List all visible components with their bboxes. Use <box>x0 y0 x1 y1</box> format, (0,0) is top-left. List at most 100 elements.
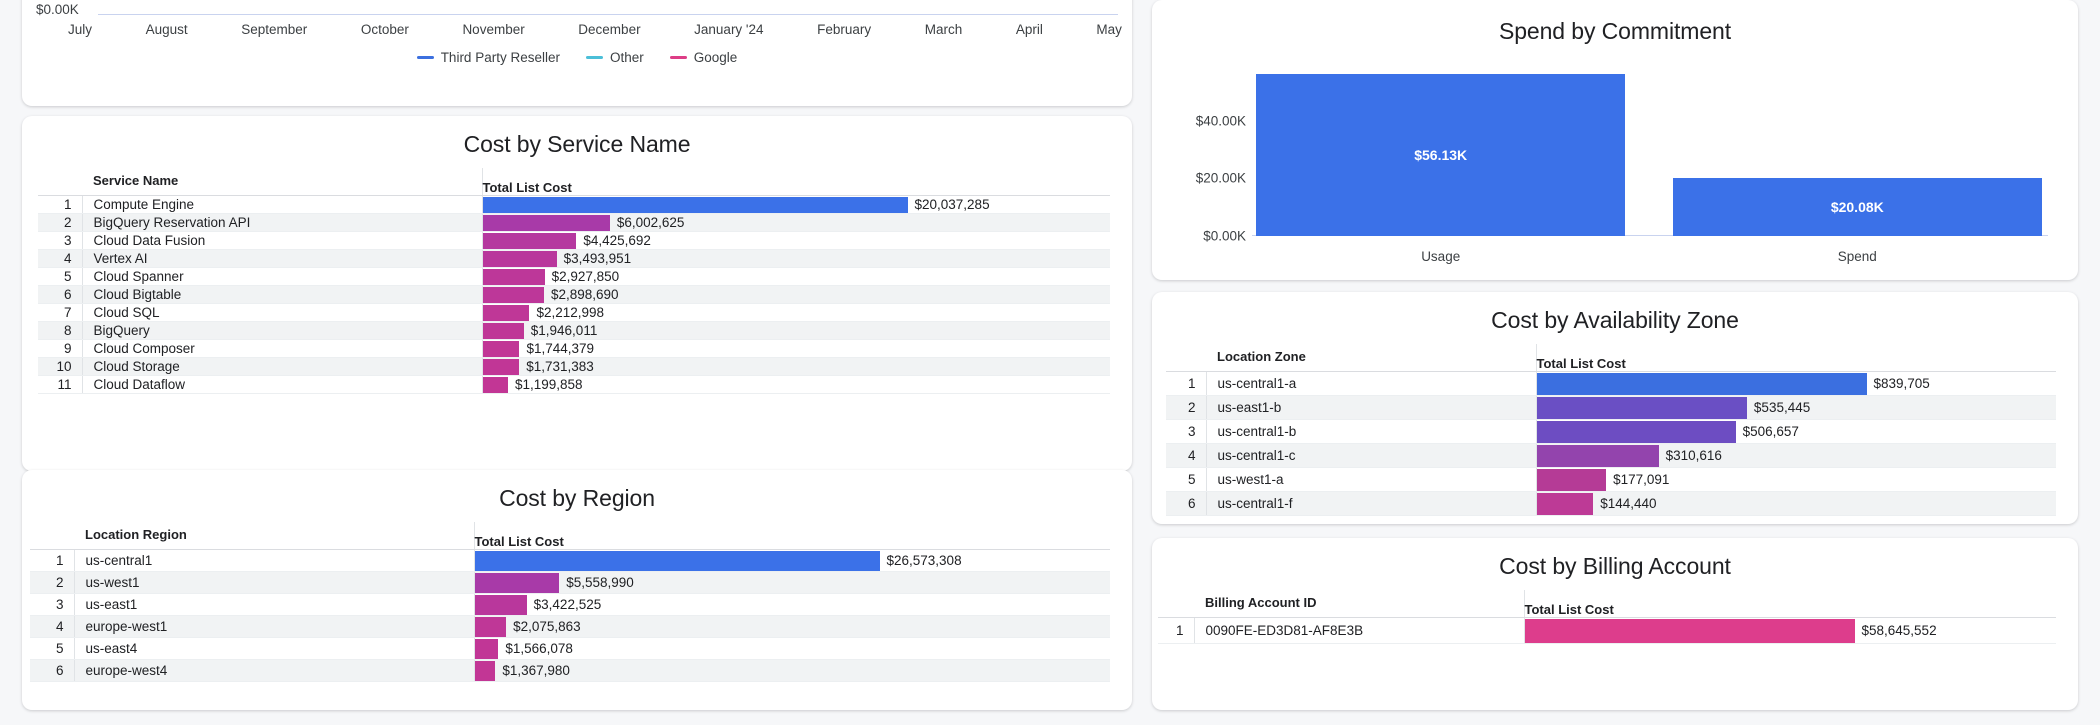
table-header-row: Billing Account ID Total List Cost <box>1158 590 2056 618</box>
table-row[interactable]: 2 us-east1-b $535,445 <box>1166 395 2056 420</box>
trend-x-tick: September <box>241 22 308 37</box>
value-label: $26,573,308 <box>886 553 962 568</box>
bar-wrapper: $2,212,998 <box>482 304 1111 321</box>
commitment-x-tick: Spend <box>1837 249 1877 264</box>
table-row[interactable]: 1 Compute Engine $20,037,285 <box>38 195 1110 214</box>
row-index-cell: 11 <box>38 375 82 394</box>
row-label-cell: us-east1-b <box>1205 395 1536 420</box>
commitment-y-tick: $40.00K <box>1195 113 1246 129</box>
cost-by-billing-account-title: Cost by Billing Account <box>1499 553 1731 579</box>
cost-by-availability-zone-body: 1 us-central1-a $839,705 2 us-east1-b $535,44… <box>1166 371 2057 516</box>
table-row[interactable]: 3 Cloud Data Fusion $4,425,692 <box>38 231 1110 250</box>
table-row[interactable]: 2 BigQuery Reservation API $6,002,625 <box>38 213 1110 232</box>
bar-wrapper: $1,744,379 <box>482 340 1111 357</box>
row-label-cell: us-central1 <box>73 549 474 572</box>
table-row[interactable]: 6 europe-west4 $1,367,980 <box>30 659 1111 682</box>
row-bar-cell: $1,367,980 <box>473 659 1111 682</box>
row-label-cell: us-east1 <box>73 593 474 616</box>
commitment-bar-column[interactable]: $56.13K <box>1256 63 1626 236</box>
cost-by-availability-zone-table-wrap: Location Zone Total List Cost 1 us-centra… <box>1152 344 2078 516</box>
table-row[interactable]: 1 us-central1-a $839,705 <box>1166 371 2056 396</box>
value-label: $2,212,998 <box>536 305 605 320</box>
legend-swatch-icon <box>416 56 434 59</box>
value-bar <box>1536 444 1659 467</box>
legend-item[interactable]: Google <box>669 50 737 65</box>
table-row[interactable]: 7 Cloud SQL $2,212,998 <box>38 303 1111 322</box>
trend-x-tick: December <box>578 22 641 37</box>
legend-item[interactable]: Third Party Reseller <box>416 50 560 65</box>
table-row[interactable]: 5 Cloud Spanner $2,927,850 <box>38 267 1110 286</box>
row-index-header <box>1158 590 1194 618</box>
value-bar <box>482 250 557 267</box>
commitment-bar[interactable]: $56.13K <box>1256 74 1626 236</box>
row-bar-cell: $839,705 <box>1535 371 2056 396</box>
table-header-row: Location Region Total List Cost <box>30 522 1110 550</box>
row-index-cell: 4 <box>38 249 82 268</box>
value-label: $310,616 <box>1665 448 1722 463</box>
row-bar-cell: $26,573,308 <box>473 549 1110 572</box>
bar-wrapper: $1,367,980 <box>474 660 1111 681</box>
dashboard-root: $0.00K July August September October Novembe… <box>0 0 2100 725</box>
table-row[interactable]: 3 us-central1-b $506,657 <box>1166 419 2057 444</box>
table-row[interactable]: 6 us-central1-f $144,440 <box>1166 491 2057 516</box>
value-label: $1,744,379 <box>526 341 595 356</box>
trend-x-tick: August <box>145 22 188 37</box>
value-bar <box>482 340 520 357</box>
table-row[interactable]: 3 us-east1 $3,422,525 <box>30 593 1110 616</box>
table-row[interactable]: 6 Cloud Bigtable $2,898,690 <box>38 285 1110 304</box>
table-row[interactable]: 10 Cloud Storage $1,731,383 <box>38 357 1111 376</box>
trend-legend: Third Party Reseller Other Google <box>22 50 1132 65</box>
row-label-cell: us-west1 <box>73 571 474 594</box>
total-list-cost-header: Total List Cost <box>1523 590 2056 618</box>
trend-x-tick: February <box>817 22 872 37</box>
row-label-cell: us-central1-f <box>1205 491 1536 516</box>
bar-wrapper: $1,731,383 <box>482 358 1111 375</box>
table-row[interactable]: 11 Cloud Dataflow $1,199,858 <box>38 375 1110 394</box>
row-label-cell: europe-west1 <box>73 615 474 638</box>
trend-x-tick: March <box>924 22 963 37</box>
cost-by-region-table-wrap: Location Region Total List Cost 1 us-cent… <box>22 522 1132 682</box>
value-label: $506,657 <box>1742 424 1799 439</box>
commitment-bar[interactable]: $20.08K <box>1672 178 2042 236</box>
table-row[interactable]: 4 europe-west1 $2,075,863 <box>30 615 1110 638</box>
row-label-cell: Cloud Storage <box>81 357 482 376</box>
row-bar-cell: $1,566,078 <box>473 637 1111 660</box>
cost-by-availability-zone-title: Cost by Availability Zone <box>1491 307 1739 333</box>
row-index-cell: 5 <box>1166 467 1206 492</box>
table-row[interactable]: 2 us-west1 $5,558,990 <box>30 571 1110 594</box>
table-row[interactable]: 8 BigQuery $1,946,011 <box>38 321 1110 340</box>
row-bar-cell: $2,212,998 <box>481 303 1111 322</box>
row-label-cell: us-central1-c <box>1205 443 1536 468</box>
legend-swatch-icon <box>669 56 687 59</box>
row-bar-cell: $535,445 <box>1535 395 2056 420</box>
total-list-cost-header: Total List Cost <box>473 522 1110 550</box>
commitment-bar-column[interactable]: $20.08K <box>1672 63 2042 236</box>
table-row[interactable]: 5 us-west1-a $177,091 <box>1166 467 2056 492</box>
value-label: $839,705 <box>1873 376 1930 391</box>
trend-x-tick: July <box>68 22 93 37</box>
value-bar <box>1536 396 1747 419</box>
bar-wrapper: $144,440 <box>1536 492 2057 515</box>
row-index-header <box>30 522 74 550</box>
table-row[interactable]: 1 us-central1 $26,573,308 <box>30 549 1110 572</box>
table-row[interactable]: 4 us-central1-c $310,616 <box>1166 443 2056 468</box>
row-index-cell: 4 <box>1166 443 1206 468</box>
value-bar <box>474 616 507 637</box>
legend-item[interactable]: Other <box>585 50 644 65</box>
commitment-bars-area: $56.13K $20.08K <box>1256 63 2042 236</box>
table-row[interactable]: 5 us-east4 $1,566,078 <box>30 637 1111 660</box>
trend-x-tick: October <box>360 22 409 37</box>
location-zone-header: Location Zone <box>1206 344 1536 372</box>
total-list-cost-header: Total List Cost <box>1535 344 2056 372</box>
table-row[interactable]: 9 Cloud Composer $1,744,379 <box>38 339 1111 358</box>
bar-wrapper: $506,657 <box>1536 420 2057 443</box>
row-index-cell: 3 <box>1166 419 1206 444</box>
cost-by-service-name-body: 1 Compute Engine $20,037,285 2 BigQuery Rese… <box>38 195 1111 394</box>
spend-by-commitment-plot: $40.00K $20.00K $0.00K $56.13K $20.08K Usag… <box>1152 49 2078 274</box>
cost-by-billing-account-card: Cost by Billing Account Billing Account … <box>1152 538 2078 710</box>
bar-wrapper: $1,566,078 <box>474 638 1111 659</box>
table-row[interactable]: 1 0090FE-ED3D81-AF8E3B $58,645,552 <box>1158 617 2056 644</box>
cost-by-billing-account-body: 1 0090FE-ED3D81-AF8E3B $58,645,552 <box>1158 617 2056 644</box>
row-label-cell: Cloud Spanner <box>81 267 482 286</box>
table-row[interactable]: 4 Vertex AI $3,493,951 <box>38 249 1110 268</box>
